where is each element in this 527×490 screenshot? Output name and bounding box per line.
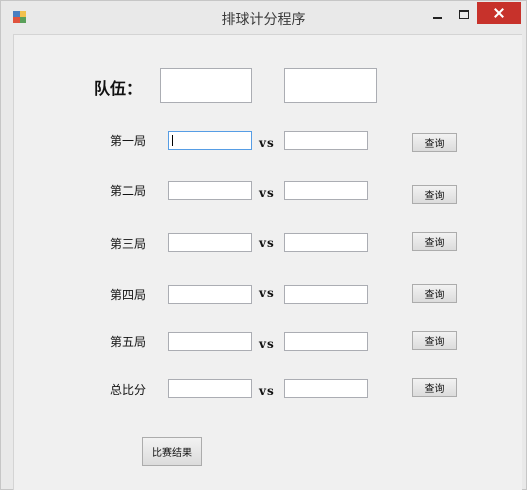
round-1-query-button[interactable]: 查询	[412, 133, 457, 152]
round-3-team-a-input[interactable]	[168, 233, 252, 252]
team-a-input[interactable]	[160, 68, 252, 103]
maximize-button[interactable]	[451, 5, 477, 25]
total-team-b-input[interactable]	[284, 379, 368, 398]
round-2-query-button[interactable]: 查询	[412, 185, 457, 204]
form-body	[13, 34, 522, 490]
round-4-vs: vs	[259, 286, 275, 300]
text-caret	[172, 135, 173, 146]
round-1-vs: vs	[259, 136, 275, 150]
minimize-button[interactable]	[424, 5, 450, 25]
round-3-query-button[interactable]: 查询	[412, 232, 457, 251]
round-3-vs: vs	[259, 236, 275, 250]
round-1-label: 第一局	[110, 134, 147, 148]
round-3-team-b-input[interactable]	[284, 233, 368, 252]
round-3-label: 第三局	[110, 237, 147, 251]
round-2-label: 第二局	[110, 184, 147, 198]
round-1-team-a-input[interactable]	[168, 131, 252, 150]
round-2-vs: vs	[259, 186, 275, 200]
round-5-query-button[interactable]: 查询	[412, 331, 457, 350]
round-5-vs: vs	[259, 337, 275, 351]
close-button[interactable]	[477, 2, 521, 24]
round-1-team-b-input[interactable]	[284, 131, 368, 150]
round-2-team-b-input[interactable]	[284, 181, 368, 200]
round-2-team-a-input[interactable]	[168, 181, 252, 200]
match-result-button[interactable]: 比赛结果	[142, 437, 202, 466]
round-4-label: 第四局	[110, 288, 147, 302]
round-5-team-a-input[interactable]	[168, 332, 252, 351]
total-vs: vs	[259, 384, 275, 398]
round-4-team-b-input[interactable]	[284, 285, 368, 304]
round-5-team-b-input[interactable]	[284, 332, 368, 351]
title-bar[interactable]: 排球计分程序	[1, 1, 526, 33]
main-window: 排球计分程序 队伍： 第一局 vs 查询 第二局 vs 查询 第三局 vs 查询…	[0, 0, 527, 490]
total-team-a-input[interactable]	[168, 379, 252, 398]
total-query-button[interactable]: 查询	[412, 378, 457, 397]
round-5-label: 第五局	[110, 335, 147, 349]
team-b-input[interactable]	[284, 68, 377, 103]
round-4-team-a-input[interactable]	[168, 285, 252, 304]
round-4-query-button[interactable]: 查询	[412, 284, 457, 303]
total-score-label: 总比分	[110, 383, 147, 397]
team-label: 队伍：	[94, 79, 143, 98]
